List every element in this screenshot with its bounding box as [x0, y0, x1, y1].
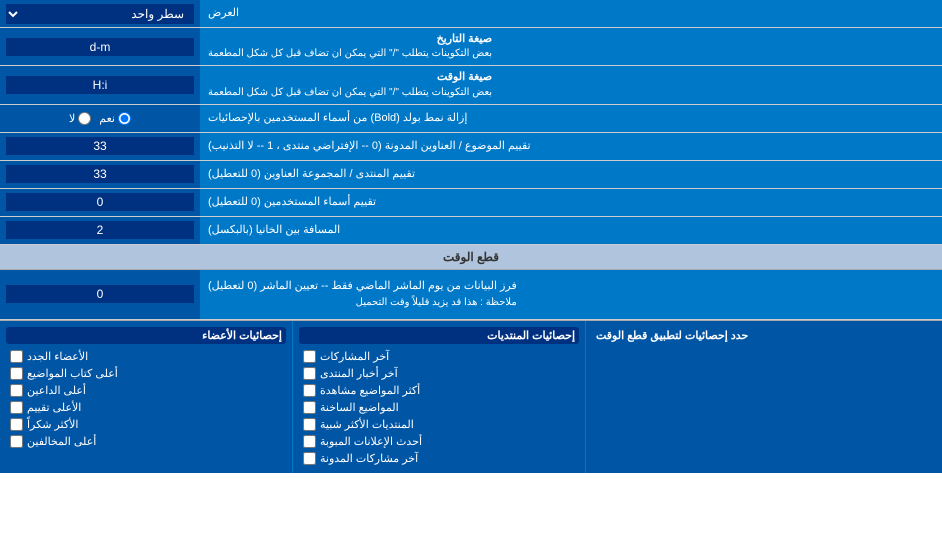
cb-item: المواضيع الساخنة — [299, 399, 579, 416]
cb-latest-classifieds[interactable] — [303, 435, 316, 448]
display-mode-select[interactable]: سطر واحد سطرين ثلاثة أسطر — [6, 4, 194, 24]
cb-item: آخر أخبار المنتدى — [299, 365, 579, 382]
gap-field[interactable] — [6, 221, 194, 239]
cb-item: أعلى كتاب المواضيع — [6, 365, 286, 382]
forum-order-input-cell — [0, 161, 200, 188]
date-format-input-cell — [0, 28, 200, 65]
col1-title: إحصائيات المنتديات — [299, 327, 579, 344]
limit-label-cell: حدد إحصائيات لتطبيق قطع الوقت — [586, 321, 942, 473]
cutoff-row: فرز البيانات من يوم الماشر الماضي فقط --… — [0, 270, 942, 320]
cb-item: المنتديات الأكثر شبية — [299, 416, 579, 433]
time-format-input-cell — [0, 66, 200, 103]
display-mode-label: العرض — [200, 0, 942, 27]
cb-item: أعلى المخالفين — [6, 433, 286, 450]
topics-order-input-cell — [0, 133, 200, 160]
cb-top-violators[interactable] — [10, 435, 23, 448]
time-format-row: صيغة الوقت بعض التكوينات يتطلب "/" التي … — [0, 66, 942, 104]
time-format-field[interactable] — [6, 76, 194, 94]
forum-order-row: تقييم المنتدى / المجموعة العناوين (0 للت… — [0, 161, 942, 189]
cb-most-viewed[interactable] — [303, 384, 316, 397]
display-mode-row: العرض سطر واحد سطرين ثلاثة أسطر — [0, 0, 942, 28]
cb-item: أحدث الإعلانات المبوبة — [299, 433, 579, 450]
topics-order-row: تقييم الموضوع / العناوين المدونة (0 -- ا… — [0, 133, 942, 161]
topics-order-label: تقييم الموضوع / العناوين المدونة (0 -- ا… — [200, 133, 942, 160]
users-order-input-cell — [0, 189, 200, 216]
cb-item: الأكثر شكراً — [6, 416, 286, 433]
gap-row: المسافة بين الخانيا (بالبكسل) — [0, 217, 942, 245]
col2-title: إحصائيات الأعضاء — [6, 327, 286, 344]
bold-no-radio[interactable] — [78, 112, 91, 125]
cb-new-members[interactable] — [10, 350, 23, 363]
cb-item: الأعلى تقييم — [6, 399, 286, 416]
col1-checkboxes: إحصائيات المنتديات آخر المشاركات آخر أخب… — [293, 321, 586, 473]
cutoff-section-header: قطع الوقت — [0, 245, 942, 270]
cb-hot-topics[interactable] — [303, 401, 316, 414]
bold-yes-radio[interactable] — [118, 112, 131, 125]
display-mode-input[interactable]: سطر واحد سطرين ثلاثة أسطر — [0, 0, 200, 27]
gap-label: المسافة بين الخانيا (بالبكسل) — [200, 217, 942, 244]
cutoff-label: فرز البيانات من يوم الماشر الماضي فقط --… — [200, 270, 942, 319]
cb-item: آخر المشاركات — [299, 348, 579, 365]
time-format-label: صيغة الوقت بعض التكوينات يتطلب "/" التي … — [200, 66, 942, 103]
bold-remove-label: إزالة نمط بولد (Bold) من أسماء المستخدمي… — [200, 105, 942, 132]
date-format-row: صيغة التاريخ بعض التكوينات يتطلب "/" الت… — [0, 28, 942, 66]
cb-most-thanked[interactable] — [10, 418, 23, 431]
users-order-field[interactable] — [6, 193, 194, 211]
cutoff-field[interactable] — [6, 285, 194, 303]
cb-popular-forums[interactable] — [303, 418, 316, 431]
forum-order-field[interactable] — [6, 165, 194, 183]
bold-remove-input-cell: نعم لا — [0, 105, 200, 132]
cb-item: الأعضاء الجدد — [6, 348, 286, 365]
checkboxes-area: حدد إحصائيات لتطبيق قطع الوقت إحصائيات ا… — [0, 320, 942, 473]
gap-input-cell — [0, 217, 200, 244]
bold-yes-label[interactable]: نعم — [99, 112, 131, 125]
cb-top-rated[interactable] — [10, 401, 23, 414]
bold-no-label[interactable]: لا — [69, 112, 91, 125]
users-order-label: تقييم أسماء المستخدمين (0 للتعطيل) — [200, 189, 942, 216]
users-order-row: تقييم أسماء المستخدمين (0 للتعطيل) — [0, 189, 942, 217]
cb-item: أعلى الداعين — [6, 382, 286, 399]
bold-remove-row: إزالة نمط بولد (Bold) من أسماء المستخدمي… — [0, 105, 942, 133]
cutoff-input-cell — [0, 270, 200, 319]
cb-top-inviters[interactable] — [10, 384, 23, 397]
cb-forum-news[interactable] — [303, 367, 316, 380]
forum-order-label: تقييم المنتدى / المجموعة العناوين (0 للت… — [200, 161, 942, 188]
date-format-field[interactable] — [6, 38, 194, 56]
cb-item: أكثر المواضيع مشاهدة — [299, 382, 579, 399]
date-format-label: صيغة التاريخ بعض التكوينات يتطلب "/" الت… — [200, 28, 942, 65]
cb-item: آخر مشاركات المدونة — [299, 450, 579, 467]
col2-checkboxes: إحصائيات الأعضاء الأعضاء الجدد أعلى كتاب… — [0, 321, 293, 473]
cb-last-posts[interactable] — [303, 350, 316, 363]
cb-blog-posts[interactable] — [303, 452, 316, 465]
cb-top-posters[interactable] — [10, 367, 23, 380]
topics-order-field[interactable] — [6, 137, 194, 155]
